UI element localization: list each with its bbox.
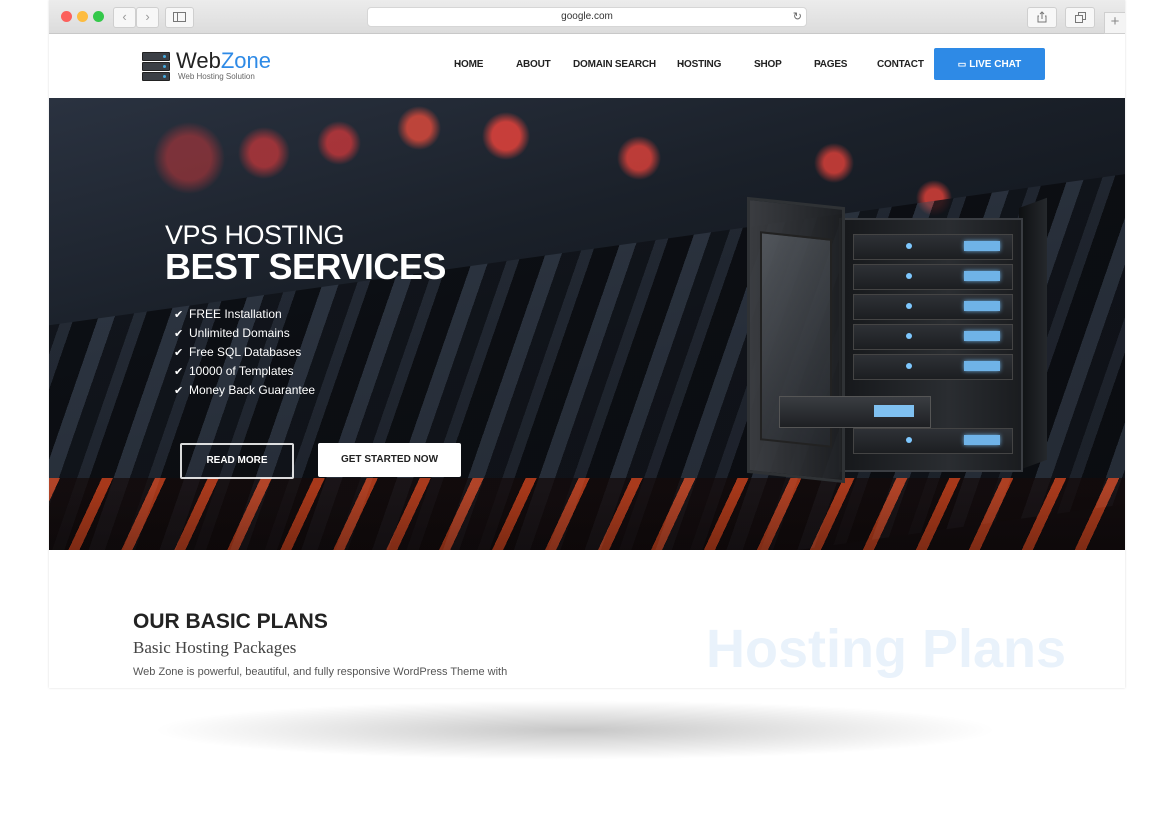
forward-button[interactable]: › [136,7,159,28]
server-unit [853,324,1013,350]
sidebar-icon [173,12,186,22]
server-unit [853,294,1013,320]
check-icon: ✔ [174,385,184,397]
minimize-window-button[interactable] [77,11,88,22]
nav-label: ABOUT [516,59,551,70]
chat-icon: ▭ [957,59,967,69]
check-icon: ✔ [174,309,184,321]
feature-text: Money Back Guarantee [189,383,316,397]
plans-description: Web Zone is powerful, beautiful, and ful… [133,666,508,678]
check-icon: ✔ [174,328,184,340]
feature-item: ✔ Unlimited Domains [174,324,315,343]
feature-text: Unlimited Domains [189,326,290,340]
share-icon [1037,11,1047,23]
chevron-left-icon: ‹ [122,9,127,24]
read-more-button[interactable]: READ MORE [180,443,294,479]
rack-body [839,218,1023,472]
logo-tagline: Web Hosting Solution [178,72,255,81]
close-window-button[interactable] [61,11,72,22]
server-logo-icon [142,52,170,82]
plans-subtitle: Basic Hosting Packages [133,638,297,657]
logo-word-zone: Zone [220,48,271,73]
logo-word-web: Web [176,48,221,73]
plans-title: OUR BASIC PLANS [133,610,328,633]
share-button[interactable] [1027,7,1057,28]
get-started-button[interactable]: GET STARTED NOW [318,443,461,477]
chevron-down-icon: ⌄ [816,60,822,67]
rack-side-panel [1019,197,1047,470]
hero-title: BEST SERVICES [165,246,446,287]
zoom-window-button[interactable] [93,11,104,22]
feature-item: ✔ Money Back Guarantee [174,381,315,400]
tabs-icon [1074,12,1086,23]
back-button[interactable]: ‹ [113,7,136,28]
feature-list: ✔ FREE Installation ✔ Unlimited Domains ✔ F… [174,305,315,400]
plans-watermark: Hosting Plans [706,619,1067,679]
chevron-down-icon: ⌄ [679,60,685,67]
sidebar-toggle-button[interactable] [165,7,194,28]
window-shadow [150,700,1000,760]
chevron-right-icon: › [145,9,150,24]
browser-window: ‹ › google.com ↻ + WebZone Web Hosting S… [49,0,1125,688]
chevron-down-icon: ⌄ [456,60,462,67]
feature-text: 10000 of Templates [189,364,294,378]
rack-door [747,196,845,484]
url-text: google.com [561,11,613,22]
feature-text: Free SQL Databases [189,345,302,359]
address-bar[interactable]: google.com ↻ [367,7,807,27]
nav-label: DOMAIN SEARCH [573,59,656,70]
hero-slider: VPS HOSTING BEST SERVICES ✔ FREE Installa… [49,98,1125,550]
new-tab-button[interactable]: + [1104,12,1125,34]
reload-icon[interactable]: ↻ [793,8,802,26]
site-header: WebZone Web Hosting Solution HOME ⌄ ABOUT… [49,34,1125,99]
feature-item: ✔ 10000 of Templates [174,362,315,381]
feature-text: FREE Installation [189,307,282,321]
feature-item: ✔ FREE Installation [174,305,315,324]
server-unit [853,428,1013,454]
server-unit [853,354,1013,380]
browser-toolbar: ‹ › google.com ↻ [49,0,1125,34]
tabs-button[interactable] [1065,7,1095,28]
nav-label: CONTACT [877,59,924,70]
chevron-down-icon: ⌄ [756,60,762,67]
server-unit [853,264,1013,290]
server-unit-extended [779,396,931,428]
server-rack-image [747,196,1049,484]
hero-bottom-shade [49,486,1125,550]
feature-item: ✔ Free SQL Databases [174,343,315,362]
server-unit [853,234,1013,260]
check-icon: ✔ [174,347,184,359]
live-chat-label: LIVE CHAT [969,59,1022,70]
live-chat-button[interactable]: ▭ LIVE CHAT [934,48,1045,80]
plans-section: Hosting Plans OUR BASIC PLANS Basic Host… [49,550,1125,688]
logo-wordmark: WebZone [176,48,271,74]
check-icon: ✔ [174,366,184,378]
